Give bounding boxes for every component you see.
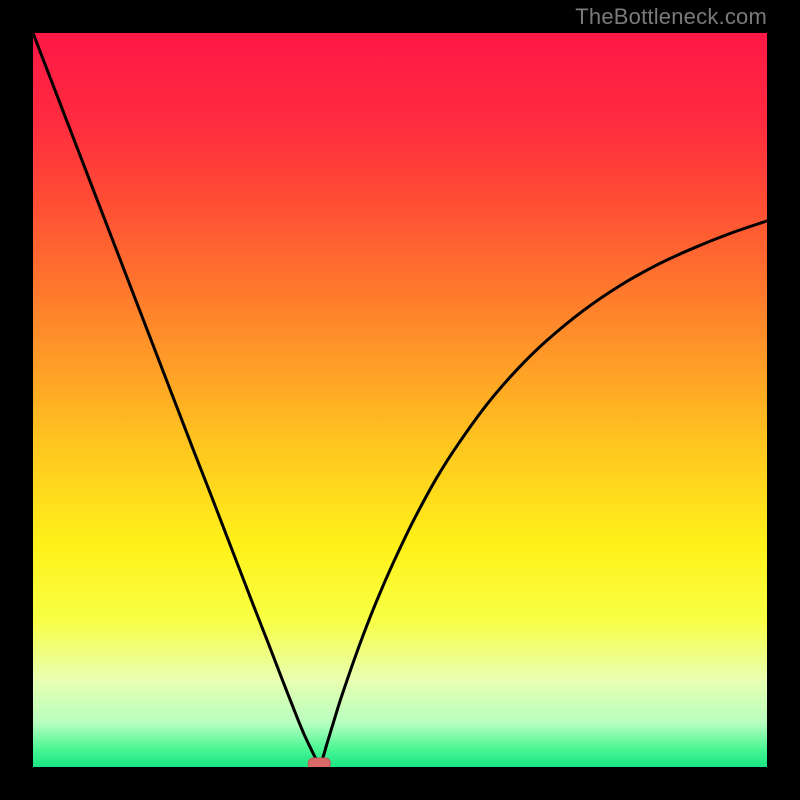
gradient-background	[33, 33, 767, 767]
bottleneck-chart	[33, 33, 767, 767]
attribution-text: TheBottleneck.com	[575, 4, 767, 30]
chart-frame: TheBottleneck.com	[0, 0, 800, 800]
minimum-marker	[308, 758, 330, 767]
plot-area	[33, 33, 767, 767]
